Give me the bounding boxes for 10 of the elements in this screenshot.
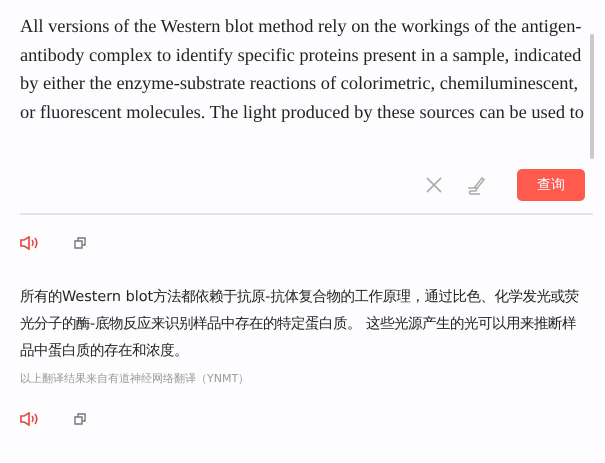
translation-text: 所有的Western blot方法都依赖于抗原-抗体复合物的工作原理，通过比色、化学发光或荧光分子的酶-底物反应来识别样品中存在的特定蛋白质。 这些光源产生的光可以用来推断样品中蛋白质的存在和浓度。 [20, 288, 580, 361]
source-text-field[interactable]: All versions of the Western blot method rely on the workings of the antigen-antibody complex to identify specific proteins present in a sample, indicated by either the enzyme-substrate reactions of colorimetric, chemiluminescent, or fluorescent molecules. The light produced by these sources can be used to [20, 12, 585, 162]
pen-icon[interactable] [465, 175, 487, 195]
copy-icon[interactable] [74, 413, 86, 425]
speaker-icon[interactable] [20, 236, 38, 250]
attribution-text: 以上翻译结果来自有道神经网络翻译（YNMT） [20, 371, 250, 386]
scrollbar[interactable] [590, 34, 594, 159]
copy-icon[interactable] [74, 237, 86, 249]
speaker-icon[interactable] [20, 412, 38, 426]
close-icon[interactable] [425, 176, 443, 194]
